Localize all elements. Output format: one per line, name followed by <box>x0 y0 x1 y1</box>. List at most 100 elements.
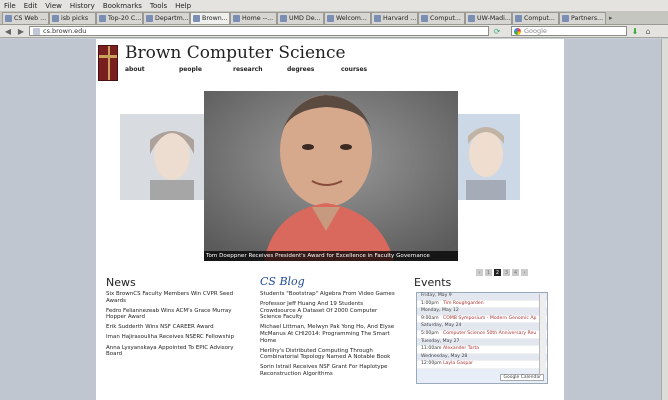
tab-favicon <box>327 14 334 22</box>
menu-bar: File Edit View History Bookmarks Tools Help <box>0 0 668 11</box>
browser-tab[interactable]: Welcom... <box>324 11 371 24</box>
shield-cross <box>108 46 110 80</box>
browser-tab[interactable]: Home --... <box>230 11 277 24</box>
home-icon[interactable]: ⌂ <box>643 27 653 36</box>
browser-tab[interactable]: Departm... <box>143 11 190 24</box>
news-item[interactable]: Erik Sudderth Wins NSF CAREER Award <box>106 324 241 331</box>
news-item[interactable]: Iman Hajirasouliha Receives NSERC Fellow… <box>106 334 241 341</box>
browser-tab[interactable]: Top-20 C... <box>96 11 143 24</box>
menu-item-view[interactable]: View <box>45 2 62 10</box>
tab-label: Comput... <box>430 14 461 22</box>
main-nav: about people research degrees courses <box>125 66 395 73</box>
menu-item-bookmarks[interactable]: Bookmarks <box>103 2 142 10</box>
browser-tab[interactable]: UMD De... <box>277 11 324 24</box>
event-title[interactable]: COMB Symposium - Modern Genomic Ap <box>443 316 536 323</box>
tab-favicon <box>193 14 200 22</box>
event-day-header: Friday, May 9 <box>417 293 547 301</box>
nav-link-degrees[interactable]: degrees <box>287 66 341 73</box>
tab-label: Partners... <box>571 14 604 22</box>
pager-item[interactable]: › <box>521 269 528 276</box>
page-scrollbar[interactable] <box>661 39 668 400</box>
event-title[interactable]: Alexander Tarta <box>443 346 479 353</box>
event-row[interactable]: 12:00pm Layla Gaspar <box>417 361 547 369</box>
tab-favicon <box>562 14 569 22</box>
blog-item[interactable]: Michael Littman, Melwyn Pak Yong Ho, And… <box>260 324 400 344</box>
pager-item[interactable]: 3 <box>503 269 510 276</box>
pager-item[interactable]: 2 <box>494 269 501 276</box>
tab-favicon <box>52 14 59 22</box>
download-icon[interactable]: ⬇ <box>630 27 640 36</box>
back-icon[interactable]: ◀ <box>3 27 13 36</box>
blog-item[interactable]: Students "Bootstrap" Algebra From Video … <box>260 291 400 298</box>
browser-tab[interactable]: Comput... <box>512 11 559 24</box>
forward-icon[interactable]: ▶ <box>16 27 26 36</box>
event-day-header: Monday, May 12 <box>417 308 547 316</box>
left-carousel-photo[interactable] <box>120 114 206 200</box>
event-time: 1:00pm <box>421 300 439 306</box>
news-item[interactable]: Six BrownCS Faculty Members Win CVPR See… <box>106 291 241 304</box>
blog-item[interactable]: Professor Jeff Huang And 19 Students Cro… <box>260 301 400 321</box>
search-box[interactable]: Google <box>511 26 627 36</box>
menu-item-tools[interactable]: Tools <box>150 2 167 10</box>
browser-tab[interactable]: CS Web ... <box>2 11 49 24</box>
news-item[interactable]: Anna Lysyanskaya Appointed To EPIC Advis… <box>106 345 241 358</box>
right-carousel-photo[interactable] <box>458 114 520 200</box>
tab-label: UMD De... <box>289 14 321 22</box>
blog-item[interactable]: Sorin Istrail Receives NSF Grant For Hap… <box>260 364 400 377</box>
menu-item-help[interactable]: Help <box>175 2 191 10</box>
blog-list: Students "Bootstrap" Algebra From Video … <box>260 291 400 381</box>
hero-portrait-image <box>204 91 458 261</box>
menu-item-file[interactable]: File <box>4 2 16 10</box>
event-title[interactable]: Computer Science 50th Anniversary Reu <box>443 331 536 338</box>
events-heading[interactable]: Events <box>414 276 451 289</box>
pager-item[interactable]: 4 <box>512 269 519 276</box>
browser-tab[interactable]: isb picks <box>49 11 96 24</box>
tab-label: UW-Madi... <box>477 14 511 22</box>
events-scrollbar[interactable] <box>539 294 546 374</box>
news-item[interactable]: Fedro Feliannezeab Wins ACM's Grace Murr… <box>106 308 241 321</box>
tab-label: Home --... <box>242 14 274 22</box>
hero-caption[interactable]: Tom Doeppner Receives President's Award … <box>204 251 458 261</box>
tab-label: Comput... <box>524 14 555 22</box>
tab-bar: CS Web ... isb picks Top-20 C... Departm...… <box>0 11 668 25</box>
blog-heading[interactable]: CS Blog <box>260 275 305 288</box>
tab-label: Departm... <box>155 14 189 22</box>
pager-item[interactable]: ‹ <box>476 269 483 276</box>
tab-label: Welcom... <box>336 14 367 22</box>
tab-scroll-icon[interactable]: ▸ <box>609 14 613 22</box>
hero-carousel[interactable]: Tom Doeppner Receives President's Award … <box>204 91 458 261</box>
reload-icon[interactable]: ⟳ <box>492 27 502 36</box>
nav-link-research[interactable]: research <box>233 66 287 73</box>
navigation-toolbar: ◀ ▶ cs.brown.edu ⟳ Google ⬇ ⌂ <box>0 25 668 38</box>
news-list: Six BrownCS Faculty Members Win CVPR See… <box>106 291 241 361</box>
google-icon <box>514 27 521 35</box>
event-time: 5:00pm <box>421 330 439 336</box>
site-title[interactable]: Brown Computer Science <box>125 43 346 63</box>
blog-item[interactable]: Herlihy's Distributed Computing Through … <box>260 348 400 361</box>
browser-tab[interactable]: UW-Madi... <box>465 11 512 24</box>
browser-tab[interactable]: Partners... <box>559 11 606 24</box>
menu-item-edit[interactable]: Edit <box>24 2 38 10</box>
brown-shield-logo[interactable] <box>98 45 118 81</box>
event-title[interactable]: Tim Roughgarden <box>443 301 484 308</box>
tab-favicon <box>374 14 381 22</box>
menu-item-history[interactable]: History <box>70 2 95 10</box>
event-time: 11:00am <box>421 346 442 352</box>
browser-tab[interactable]: Brown...✕ <box>190 11 230 24</box>
nav-link-people[interactable]: people <box>179 66 233 73</box>
man-portrait-image <box>458 114 520 200</box>
event-title[interactable]: Layla Gaspar <box>443 361 473 368</box>
news-heading[interactable]: News <box>106 276 136 289</box>
address-bar[interactable]: cs.brown.edu <box>29 26 489 36</box>
google-calendar-badge[interactable]: Google Calendar <box>500 374 544 381</box>
event-row[interactable]: 11:00am Alexander Tarta <box>417 346 547 354</box>
search-placeholder: Google <box>524 27 547 35</box>
event-time: 9:00am <box>421 315 439 321</box>
event-row[interactable]: 5:00pm Computer Science 50th Anniversary … <box>417 330 547 339</box>
pager-item[interactable]: 1 <box>485 269 492 276</box>
nav-link-courses[interactable]: courses <box>341 66 395 73</box>
browser-tab[interactable]: Comput... <box>418 11 465 24</box>
event-day-header: Saturday, May 24 <box>417 323 547 331</box>
browser-tab[interactable]: Harvard ... <box>371 11 418 24</box>
nav-link-about[interactable]: about <box>125 66 179 73</box>
